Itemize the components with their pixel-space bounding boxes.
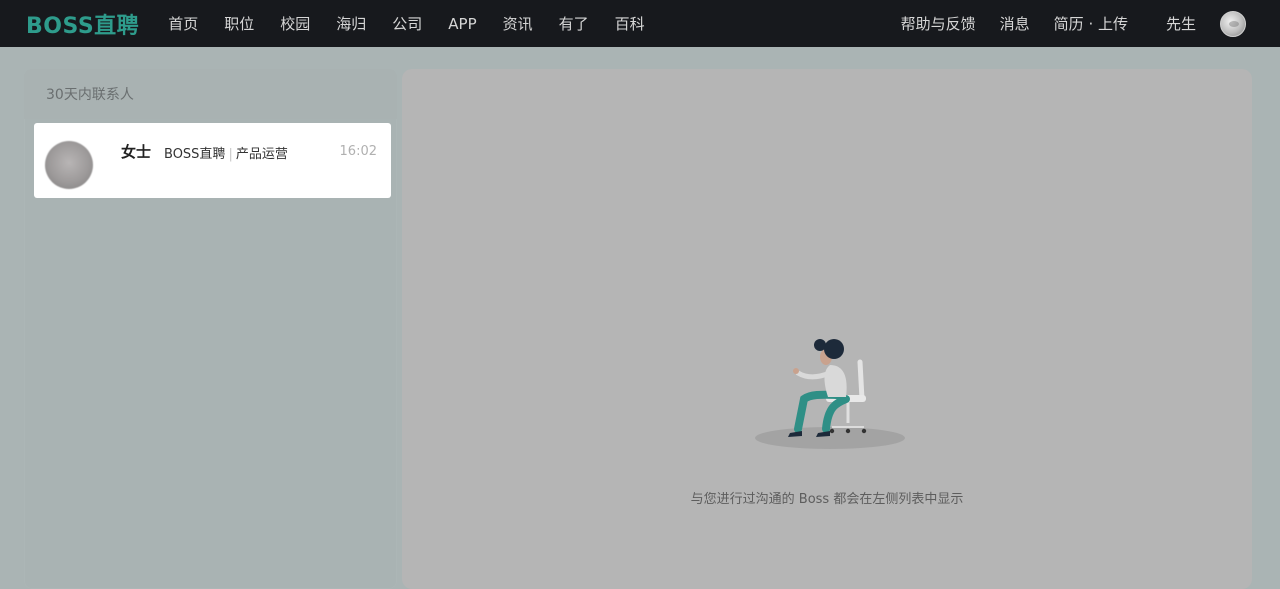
- nav-item-news[interactable]: 资讯: [490, 13, 546, 34]
- messages-link[interactable]: 消息: [988, 13, 1042, 34]
- nav-item-wiki[interactable]: 百科: [602, 13, 658, 34]
- resume-upload-link[interactable]: 简历 · 上传: [1042, 13, 1140, 34]
- contact-company-position: BOSS直聘 | 产品运营: [164, 143, 288, 162]
- user-name[interactable]: 先生: [1154, 13, 1208, 34]
- contact-avatar: [45, 141, 93, 189]
- contact-position: 产品运营: [235, 147, 288, 162]
- woman-on-chair-illustration: [755, 339, 905, 449]
- help-feedback-link[interactable]: 帮助与反馈: [889, 13, 988, 34]
- contact-name: 女士: [121, 143, 152, 161]
- user-avatar[interactable]: [1220, 10, 1246, 37]
- nav-item-youle[interactable]: 有了: [546, 13, 602, 34]
- top-navbar: BOSS直聘 首页 职位 校园 海归 公司 APP 资讯 有了 百科 帮助与反馈…: [0, 0, 1280, 47]
- contacts-panel: 30天内联系人 女士 BOSS直聘 | 产品运营 16:02: [24, 69, 397, 589]
- empty-state-message: 与您进行过沟通的 Boss 都会在左侧列表中显示: [690, 492, 964, 507]
- nav-item-overseas[interactable]: 海归: [323, 13, 379, 34]
- contact-time: 16:02: [339, 144, 377, 159]
- nav-item-home[interactable]: 首页: [155, 13, 211, 34]
- nav-item-app[interactable]: APP: [435, 15, 489, 33]
- contact-company: BOSS直聘: [164, 147, 226, 162]
- brand-logo[interactable]: BOSS直聘: [26, 8, 139, 40]
- nav-item-company[interactable]: 公司: [379, 13, 435, 34]
- contacts-header: 30天内联系人: [24, 69, 397, 119]
- contact-separator: |: [228, 147, 233, 162]
- nav-item-jobs[interactable]: 职位: [211, 13, 267, 34]
- main-nav: 首页 职位 校园 海归 公司 APP 资讯 有了 百科: [155, 13, 657, 34]
- conversation-panel: 与您进行过沟通的 Boss 都会在左侧列表中显示: [402, 69, 1252, 589]
- nav-right: 帮助与反馈 消息 简历 · 上传 先生: [889, 10, 1246, 37]
- nav-item-campus[interactable]: 校园: [267, 13, 323, 34]
- contact-item[interactable]: 女士 BOSS直聘 | 产品运营 16:02: [34, 123, 391, 198]
